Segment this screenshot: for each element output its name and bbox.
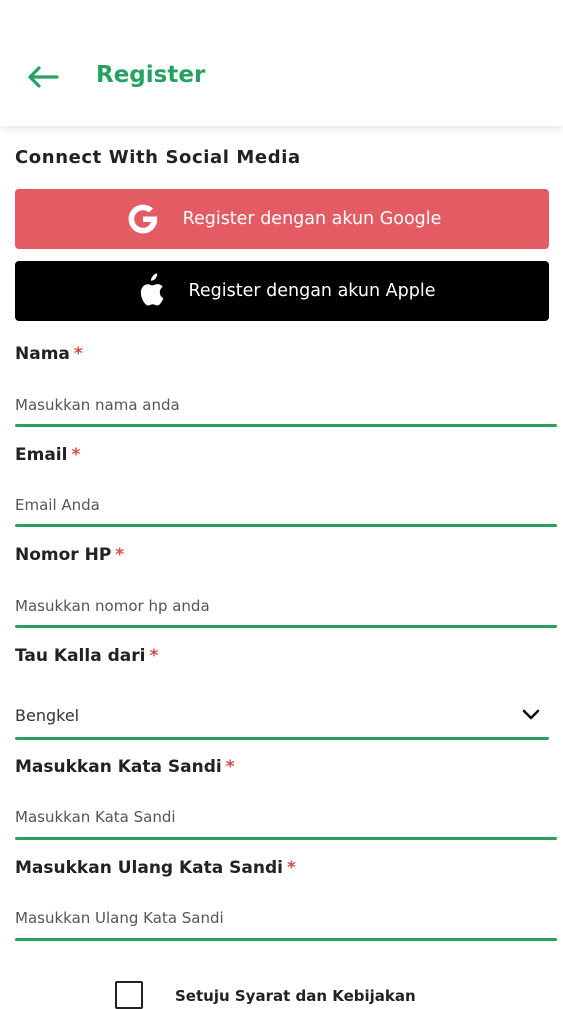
apple-register-label: Register dengan akun Apple bbox=[188, 281, 436, 301]
google-icon bbox=[123, 199, 163, 239]
required-mark: * bbox=[149, 646, 159, 666]
source-field-label: Tau Kalla dari * bbox=[15, 646, 158, 666]
chevron-down-icon bbox=[521, 705, 541, 725]
required-mark: * bbox=[225, 757, 235, 777]
email-label-text: Email bbox=[15, 445, 68, 465]
source-select-underline bbox=[15, 737, 549, 740]
social-section-title: Connect With Social Media bbox=[15, 147, 301, 168]
name-label-text: Nama bbox=[15, 344, 70, 364]
google-register-label: Register dengan akun Google bbox=[182, 209, 442, 229]
password-input[interactable] bbox=[15, 803, 557, 831]
password-confirm-label-text: Masukkan Ulang Kata Sandi bbox=[15, 858, 283, 878]
agreement-checkbox[interactable] bbox=[115, 981, 143, 1009]
google-register-button[interactable]: Register dengan akun Google bbox=[15, 189, 549, 249]
apple-register-button[interactable]: Register dengan akun Apple bbox=[15, 261, 549, 321]
page-title: Register bbox=[96, 62, 206, 88]
phone-label-text: Nomor HP bbox=[15, 545, 112, 565]
email-input-underline bbox=[15, 524, 557, 527]
back-button[interactable] bbox=[24, 60, 62, 94]
password-field-label: Masukkan Kata Sandi * bbox=[15, 757, 235, 777]
phone-input[interactable] bbox=[15, 592, 557, 620]
required-mark: * bbox=[286, 858, 296, 878]
phone-input-underline bbox=[15, 625, 557, 628]
email-input[interactable] bbox=[15, 491, 557, 519]
name-input-underline bbox=[15, 424, 557, 427]
name-field-label: Nama * bbox=[15, 344, 83, 364]
name-input[interactable] bbox=[15, 391, 557, 419]
arrow-left-icon bbox=[28, 66, 59, 88]
required-mark: * bbox=[71, 445, 81, 465]
password-label-text: Masukkan Kata Sandi bbox=[15, 757, 222, 777]
required-mark: * bbox=[73, 344, 83, 364]
agreement-label: Setuju Syarat dan Kebijakan bbox=[175, 987, 416, 1005]
source-select-value: Bengkel bbox=[15, 705, 80, 725]
password-confirm-field-label: Masukkan Ulang Kata Sandi * bbox=[15, 858, 296, 878]
source-select[interactable]: Bengkel bbox=[15, 699, 549, 731]
agreement-row: Setuju Syarat dan Kebijakan bbox=[115, 981, 416, 1009]
app-header: Register bbox=[0, 0, 563, 126]
apple-icon bbox=[129, 271, 169, 311]
password-confirm-input[interactable] bbox=[15, 904, 557, 932]
source-label-text: Tau Kalla dari bbox=[15, 646, 146, 666]
password-input-underline bbox=[15, 837, 557, 840]
phone-field-label: Nomor HP * bbox=[15, 545, 124, 565]
password-confirm-input-underline bbox=[15, 938, 557, 941]
email-field-label: Email * bbox=[15, 445, 80, 465]
required-mark: * bbox=[115, 545, 125, 565]
